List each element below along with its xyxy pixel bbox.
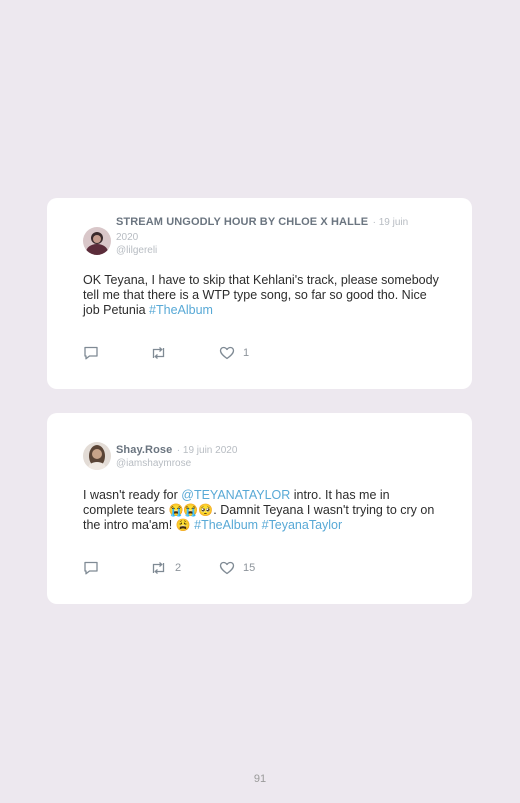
avatar[interactable] xyxy=(83,442,111,470)
reply-button[interactable] xyxy=(83,560,99,576)
like-count: 1 xyxy=(243,347,250,359)
user-handle[interactable]: @lilgereli xyxy=(116,244,430,257)
reply-button[interactable] xyxy=(83,345,99,361)
user-handle[interactable]: @iamshaymrose xyxy=(116,457,430,470)
retweet-count: 2 xyxy=(175,562,182,574)
hashtag-link[interactable]: #TheAlbum xyxy=(149,303,213,317)
tweet-actions: 1 xyxy=(83,345,383,361)
reply-icon xyxy=(84,561,98,575)
retweet-icon xyxy=(152,347,165,359)
like-icon xyxy=(219,561,235,575)
tweet-text: OK Teyana, I have to skip that Kehlani's… xyxy=(83,273,439,317)
like-button[interactable]: 1 xyxy=(219,345,249,361)
retweet-button[interactable] xyxy=(150,345,175,361)
tweet-header: STREAM UNGODLY HOUR BY CHLOE X HALLE · 1… xyxy=(116,214,430,257)
emoji: 😩 xyxy=(175,518,191,532)
hashtag-link[interactable]: #TeyanaTaylor xyxy=(262,518,343,532)
emoji: 😭😭🥺 xyxy=(168,503,214,517)
display-name[interactable]: Shay.Rose xyxy=(116,444,172,456)
like-icon xyxy=(219,346,235,360)
reply-icon xyxy=(84,346,98,360)
tweet-card: Shay.Rose · 19 juin 2020 @iamshaymrose I… xyxy=(47,413,472,604)
mention-link[interactable]: @TEYANATAYLOR xyxy=(181,488,290,502)
like-button[interactable]: 15 xyxy=(219,560,255,576)
tweet-actions: 2 15 xyxy=(83,560,383,576)
hashtag-link[interactable]: #TheAlbum xyxy=(194,518,258,532)
avatar[interactable] xyxy=(83,227,111,255)
page-number: 91 xyxy=(253,773,267,785)
retweet-button[interactable]: 2 xyxy=(150,560,181,576)
like-count: 15 xyxy=(243,562,256,574)
tweet-date[interactable]: · 19 juin 2020 xyxy=(177,445,238,456)
tweet-card: STREAM UNGODLY HOUR BY CHLOE X HALLE · 1… xyxy=(47,198,472,389)
tweet-header: Shay.Rose · 19 juin 2020 @iamshaymrose xyxy=(116,442,430,470)
tweet-text: I wasn't ready for @TEYANATAYLOR intro. … xyxy=(83,488,435,532)
retweet-icon xyxy=(152,562,165,574)
display-name[interactable]: STREAM UNGODLY HOUR BY CHLOE X HALLE xyxy=(116,216,368,228)
